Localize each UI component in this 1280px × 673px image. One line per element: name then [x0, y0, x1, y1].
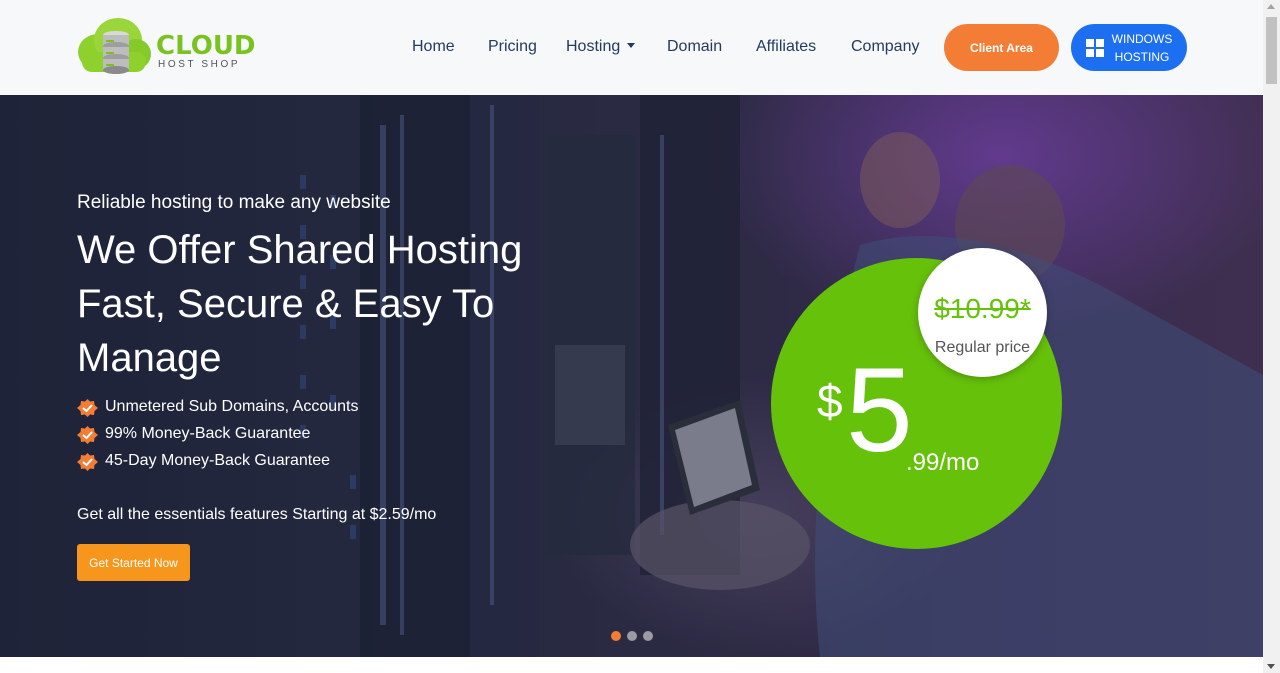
windows-hosting-label: WINDOWS HOSTING	[1112, 30, 1173, 66]
windows-hosting-button[interactable]: WINDOWS HOSTING	[1071, 24, 1187, 71]
nav-hosting[interactable]: Hosting	[566, 37, 636, 57]
check-badge-icon	[77, 426, 98, 444]
windows-icon	[1085, 38, 1104, 57]
site-header: CLOUD HOST SHOP Home Pricing Hosting Dom…	[0, 0, 1263, 95]
scroll-thumb[interactable]	[1266, 17, 1277, 84]
windows-label-line2: HOSTING	[1114, 49, 1170, 64]
slider-dots	[611, 631, 653, 641]
scroll-up-icon[interactable]	[1267, 4, 1275, 9]
check-badge-icon	[77, 453, 98, 471]
essentials-text: Get all the essentials features Starting…	[77, 506, 437, 523]
feature-text: 99% Money-Back Guarantee	[105, 425, 311, 442]
hero-banner: Reliable hosting to make any website We …	[0, 95, 1263, 657]
feature-item: Unmetered Sub Domains, Accounts	[77, 397, 358, 424]
feature-item: 45-Day Money-Back Guarantee	[77, 451, 358, 478]
nav-company[interactable]: Company	[851, 37, 919, 57]
price-currency: $	[817, 375, 843, 427]
slider-dot[interactable]	[611, 631, 621, 641]
regular-price-label: Regular price	[934, 339, 1031, 356]
price-whole: 5	[846, 343, 913, 477]
caret-down-icon	[627, 43, 636, 49]
brand-subtitle: HOST SHOP	[158, 59, 241, 70]
price-fraction: .99/mo	[906, 449, 980, 476]
brand-name: CLOUD	[156, 31, 256, 61]
page-scrollbar[interactable]	[1263, 0, 1280, 673]
check-badge-icon	[77, 399, 98, 417]
nav-affiliates[interactable]: Affiliates	[756, 37, 816, 57]
nav-pricing[interactable]: Pricing	[488, 37, 537, 57]
nav-home[interactable]: Home	[412, 37, 455, 57]
slider-dot[interactable]	[627, 631, 637, 641]
hero-tagline: Reliable hosting to make any website	[77, 192, 391, 213]
slider-dot[interactable]	[643, 631, 653, 641]
nav-domain[interactable]: Domain	[667, 37, 722, 57]
regular-price-badge: $10.99* Regular price	[918, 248, 1047, 377]
hero-headline: We Offer Shared Hosting Fast, Secure & E…	[77, 228, 523, 380]
nav-hosting-label: Hosting	[566, 38, 621, 55]
feature-list: Unmetered Sub Domains, Accounts 99% Mone…	[77, 397, 358, 478]
client-area-button[interactable]: Client Area	[944, 24, 1059, 71]
feature-text: 45-Day Money-Back Guarantee	[105, 452, 330, 469]
scroll-down-icon[interactable]	[1267, 664, 1275, 669]
regular-price-value: $10.99*	[934, 293, 1031, 324]
cloud-server-icon	[78, 18, 151, 74]
brand-logo[interactable]: CLOUD HOST SHOP	[76, 14, 256, 80]
get-started-button[interactable]: Get Started Now	[77, 544, 190, 581]
feature-item: 99% Money-Back Guarantee	[77, 424, 358, 451]
feature-text: Unmetered Sub Domains, Accounts	[105, 398, 359, 415]
windows-label-line1: WINDOWS	[1111, 31, 1173, 46]
